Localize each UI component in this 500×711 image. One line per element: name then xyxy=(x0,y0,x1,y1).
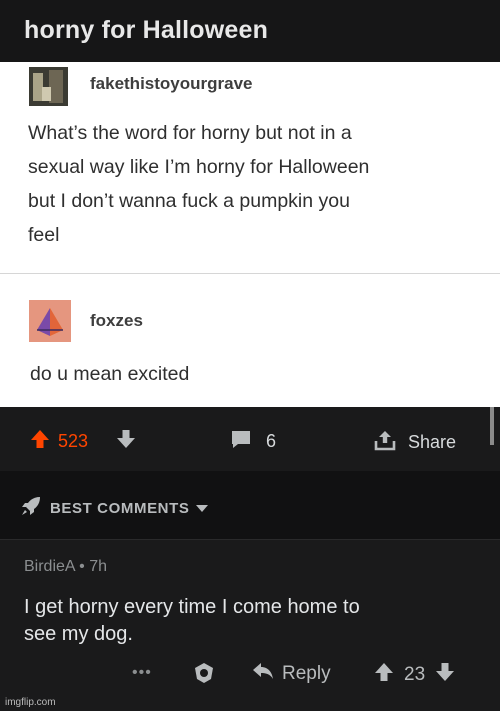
upvote-count: 523 xyxy=(58,431,89,451)
comment-vote-count: 23 xyxy=(404,664,426,685)
reply-button[interactable]: Reply xyxy=(252,662,331,686)
comment-icon xyxy=(230,429,252,454)
upvote-button[interactable]: 523 xyxy=(30,429,88,454)
post-title: horny for Halloween xyxy=(24,16,269,44)
comment-count: 6 xyxy=(266,431,277,451)
downvote-arrow-icon xyxy=(116,429,136,454)
reply-arrow-icon xyxy=(252,662,274,686)
username: foxzes xyxy=(90,311,143,330)
share-label: Share xyxy=(408,432,457,452)
avatar xyxy=(29,300,71,342)
reply-label: Reply xyxy=(282,663,331,684)
award-icon xyxy=(192,663,216,689)
comments-button[interactable]: 6 xyxy=(230,429,276,454)
more-options-button[interactable]: ••• xyxy=(132,664,152,682)
watermark: imgflip.com xyxy=(5,697,56,708)
downvote-button[interactable] xyxy=(116,429,136,454)
post-text: What’s the word for horny but not in a s… xyxy=(28,122,370,246)
comment-votes: 23 xyxy=(374,662,455,688)
comment-meta: BirdieA • 7h xyxy=(24,558,107,575)
chevron-down-icon xyxy=(195,500,209,517)
award-button[interactable] xyxy=(192,661,216,690)
comment: BirdieA • 7h I get horny every time I co… xyxy=(0,539,500,711)
tumblr-post: fakethistoyourgrave What’s the word for … xyxy=(0,62,500,274)
rocket-icon xyxy=(20,495,42,521)
reply-text: do u mean excited xyxy=(30,363,190,385)
scrollbar[interactable] xyxy=(490,407,494,445)
comment-upvote-icon[interactable] xyxy=(374,662,394,688)
share-icon xyxy=(374,429,396,456)
post-action-bar: 523 6 Share xyxy=(0,407,500,471)
upvote-arrow-icon xyxy=(30,429,50,454)
username: fakethistoyourgrave xyxy=(90,74,253,93)
avatar xyxy=(29,67,68,106)
sort-dropdown[interactable]: BEST COMMENTS xyxy=(20,495,209,521)
post-header: horny for Halloween xyxy=(0,0,500,62)
comment-actions: ••• Reply 23 xyxy=(0,660,500,690)
sort-label: BEST COMMENTS xyxy=(50,499,190,517)
comment-text: I get horny every time I come home to se… xyxy=(24,596,360,645)
tumblr-reply: foxzes do u mean excited xyxy=(0,275,500,407)
comment-downvote-icon[interactable] xyxy=(435,662,455,688)
comment-sort-bar: BEST COMMENTS xyxy=(0,471,500,539)
share-button[interactable]: Share xyxy=(374,429,456,456)
tumblr-screenshot: fakethistoyourgrave What’s the word for … xyxy=(0,62,500,407)
